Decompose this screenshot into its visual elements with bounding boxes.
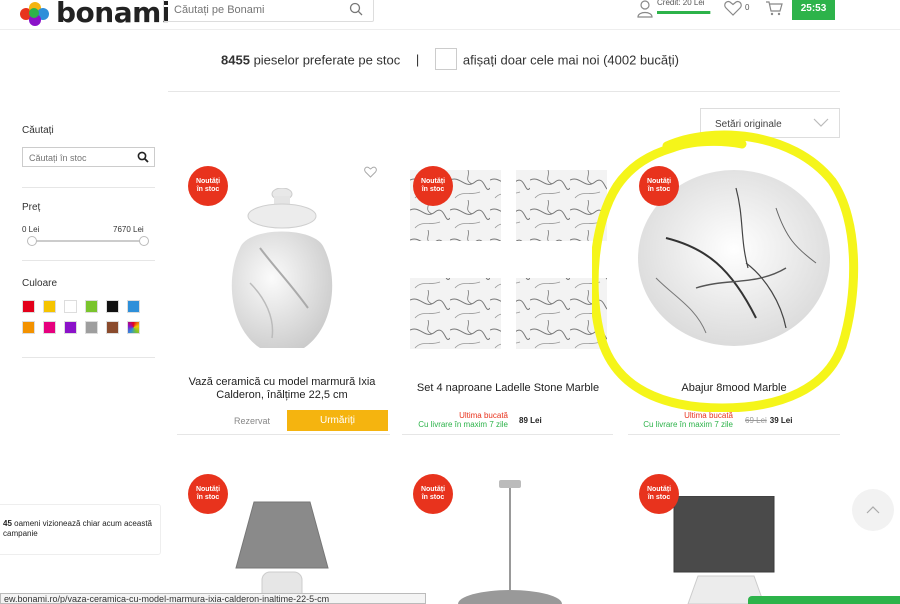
newest-only-label[interactable]: afișați doar cele mai noi (4002 bucăți): [463, 52, 679, 67]
newest-only-checkbox[interactable]: [434, 48, 457, 70]
color-swatch-purple[interactable]: [64, 321, 77, 334]
search-input[interactable]: [164, 0, 334, 21]
bonami-logo[interactable]: bonami: [20, 0, 170, 29]
top-header: bonami Credit: 20 Lei 0 25:53: [0, 0, 900, 30]
wishlist-count: 0: [745, 3, 750, 12]
filter-price-title: Preț: [22, 202, 41, 213]
follow-button[interactable]: Urmăriți: [287, 410, 388, 431]
last-item-label: Ultima bucată: [684, 411, 733, 420]
color-swatch-black[interactable]: [106, 300, 119, 313]
product-title[interactable]: Abajur 8mood Marble: [629, 382, 839, 395]
availability: Ultima bucată Cu livrare în maxim 7 zile: [400, 411, 508, 429]
product-image[interactable]: [455, 480, 565, 604]
viewers-count: 45: [3, 519, 12, 528]
badge-line: Noutăți: [646, 178, 672, 185]
color-swatch-grey[interactable]: [85, 321, 98, 334]
cart-timer[interactable]: 25:53: [792, 0, 835, 20]
viewers-text: oameni vizionează chiar acum această cam…: [3, 519, 152, 538]
sidebar-divider: [22, 187, 155, 188]
color-swatch-brown[interactable]: [106, 321, 119, 334]
badge-line: Noutăți: [195, 178, 221, 185]
color-swatch-blue[interactable]: [127, 300, 140, 313]
color-swatch-green[interactable]: [85, 300, 98, 313]
color-swatch-orange[interactable]: [22, 321, 35, 334]
product-title[interactable]: Vază ceramică cu model marmură Ixia Cald…: [177, 376, 387, 402]
separator: |: [415, 52, 420, 68]
filter-search-title: Căutați: [22, 125, 54, 136]
sidebar-divider: [22, 357, 155, 358]
availability: Ultima bucată Cu livrare în maxim 7 zile: [625, 411, 733, 429]
site-search[interactable]: [163, 0, 374, 22]
chevron-down-icon: [813, 118, 829, 127]
sort-label: Setări originale: [715, 119, 782, 130]
delivery-label: Cu livrare în maxim 7 zile: [643, 420, 733, 429]
chat-tab[interactable]: [748, 596, 900, 604]
credit-value: [657, 8, 710, 18]
new-in-stock-badge: Noutăți în stoc: [188, 474, 228, 514]
wishlist-heart-icon[interactable]: [364, 166, 377, 178]
chevron-up-icon: [866, 506, 880, 514]
price-min: 0 Lei: [22, 225, 40, 234]
new-in-stock-badge: Noutăți în stoc: [413, 166, 453, 206]
current-price: 39 Lei: [769, 416, 793, 425]
scroll-top-button[interactable]: [852, 489, 894, 531]
color-swatch-red[interactable]: [22, 300, 35, 313]
price-slider-min-handle[interactable]: [27, 236, 37, 246]
badge-line: în stoc: [421, 186, 445, 193]
sort-select[interactable]: Setări originale: [700, 108, 840, 138]
reserved-label: Rezervat: [234, 416, 271, 426]
credit-label: Credit: 20 Lei: [657, 0, 705, 7]
price-max: 7670 Lei: [113, 225, 144, 234]
cart-icon[interactable]: [765, 0, 783, 16]
last-item-label: Ultima bucată: [459, 411, 508, 420]
color-swatch-yellow[interactable]: [43, 300, 56, 313]
stock-count: 8455: [221, 52, 250, 68]
badge-line: în stoc: [421, 494, 445, 501]
filter-color-title: Culoare: [22, 278, 58, 289]
delivery-label: Cu livrare în maxim 7 zile: [418, 420, 508, 429]
card-divider: [177, 434, 390, 435]
search-icon[interactable]: [349, 2, 363, 16]
logo-text: bonami: [56, 0, 170, 29]
badge-line: în stoc: [647, 186, 671, 193]
stock-summary: 8455 pieselor preferate pe stoc | afișaț…: [0, 48, 900, 72]
heart-icon[interactable]: [724, 0, 742, 16]
stock-search[interactable]: [22, 147, 155, 167]
badge-line: în stoc: [196, 494, 220, 501]
live-viewers-notice: 45 oameni vizionează chiar acum această …: [0, 504, 161, 555]
divider: [168, 91, 840, 92]
card-divider: [402, 434, 613, 435]
product-image[interactable]: [220, 188, 340, 358]
card-divider: [628, 434, 840, 435]
product-title[interactable]: Set 4 naproane Ladelle Stone Marble: [403, 382, 613, 395]
price: 69 Lei 39 Lei: [745, 416, 792, 425]
sidebar-divider: [22, 260, 155, 261]
logo-mark-icon: [20, 0, 50, 26]
new-in-stock-badge: Noutăți în stoc: [413, 474, 453, 514]
price: 89 Lei: [519, 416, 542, 425]
stock-search-input[interactable]: [23, 149, 133, 167]
search-icon[interactable]: [137, 151, 149, 163]
badge-line: Noutăți: [420, 486, 446, 493]
color-swatch-multicolor[interactable]: [127, 321, 140, 334]
stock-text: pieselor preferate pe stoc: [253, 52, 401, 68]
badge-line: în stoc: [647, 494, 671, 501]
status-bar-url: ew.bonami.ro/p/vaza-ceramica-cu-model-ma…: [0, 593, 426, 604]
price-slider-max-handle[interactable]: [139, 236, 149, 246]
badge-line: Noutăți: [420, 178, 446, 185]
color-swatch-white[interactable]: [64, 300, 77, 313]
product-image[interactable]: [232, 500, 332, 604]
product-image[interactable]: [668, 496, 780, 604]
badge-line: Noutăți: [646, 486, 672, 493]
user-icon[interactable]: [637, 0, 653, 18]
price-slider-track[interactable]: [32, 240, 144, 242]
new-in-stock-badge: Noutăți în stoc: [639, 474, 679, 514]
old-price: 69 Lei: [745, 416, 767, 425]
badge-line: Noutăți: [195, 486, 221, 493]
new-in-stock-badge: Noutăți în stoc: [639, 166, 679, 206]
color-swatch-pink[interactable]: [43, 321, 56, 334]
credit-info[interactable]: Credit: 20 Lei: [657, 0, 710, 18]
